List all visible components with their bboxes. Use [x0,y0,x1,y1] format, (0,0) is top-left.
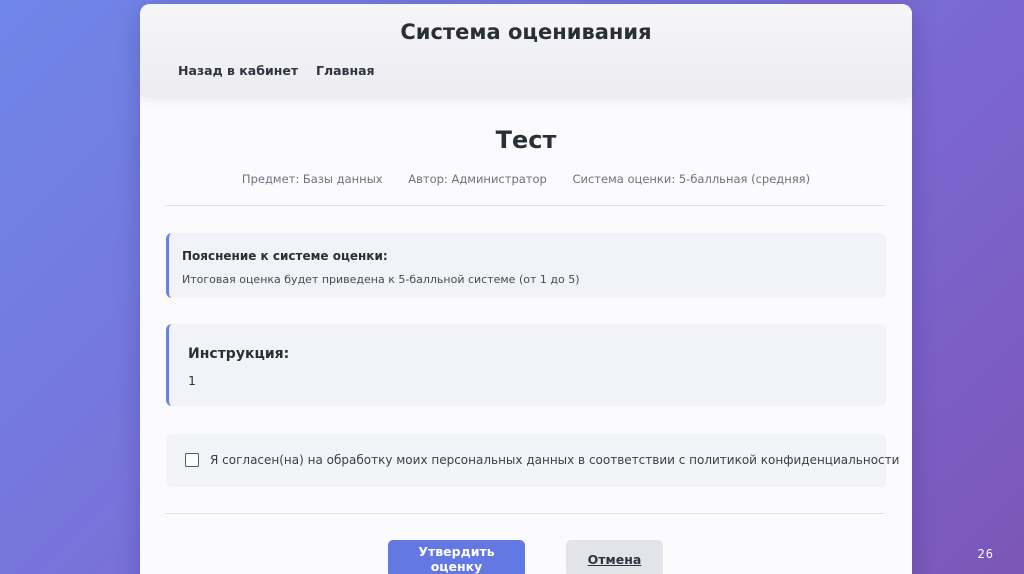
app-header: Система оценивания Назад в кабинет Главн… [140,4,912,97]
grading-card: Система оценивания Назад в кабинет Главн… [140,4,912,574]
divider [165,513,885,514]
consent-checkbox[interactable] [185,453,199,467]
grading-info-box: Пояснение к системе оценки: Итоговая оце… [166,233,886,298]
meta-grading-system: Система оценки: 5-балльная (средняя) [572,172,811,186]
app-title: Система оценивания [400,20,652,44]
cancel-button[interactable]: Отмена [566,540,663,574]
instructions-box: Инструкция: 1 [166,324,886,406]
test-title: Тест [495,126,557,154]
meta-subject: Предмет: Базы данных [241,172,383,186]
grading-info-text: Итоговая оценка будет приведена к 5-балл… [182,273,580,286]
consent-label[interactable]: Я согласен(на) на обработку моих персона… [210,453,899,467]
instructions-heading: Инструкция: [188,346,290,362]
meta-author: Автор: Администратор [408,172,547,186]
divider [165,205,885,206]
nav-back-to-cabinet-link[interactable]: Назад в кабинет [178,63,298,78]
nav-home-link[interactable]: Главная [316,63,375,78]
submit-grade-button[interactable]: Утвердить оценку [388,540,525,574]
consent-box: Я согласен(на) на обработку моих персона… [166,434,899,487]
grading-info-heading: Пояснение к системе оценки: [182,249,388,263]
test-meta: Предмет: Базы данных Автор: Администрато… [140,172,912,186]
instructions-text: 1 [188,373,196,388]
page-number: 26 [977,547,994,561]
